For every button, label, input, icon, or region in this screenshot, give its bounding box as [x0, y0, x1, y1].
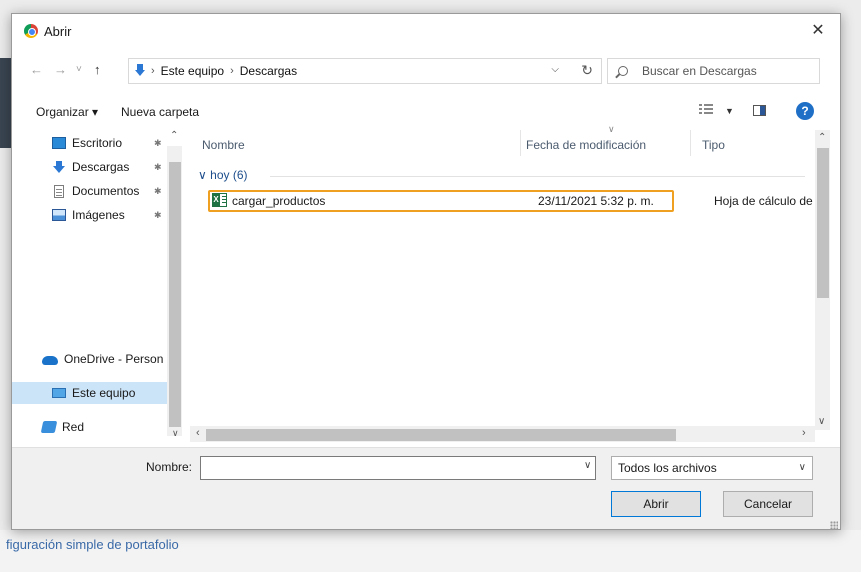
- network-icon: [40, 421, 58, 433]
- pin-icon: ✱: [154, 209, 162, 220]
- file-type-filter-value: Todos los archivos: [618, 461, 717, 475]
- sidebar-item-label: Escritorio: [72, 136, 123, 150]
- column-divider[interactable]: [690, 130, 691, 156]
- breadcrumb-este-equipo[interactable]: Este equipo: [161, 64, 224, 78]
- collapse-group-icon: ∨: [198, 168, 207, 182]
- background-page-text: figuración simple de portafolio: [6, 537, 179, 552]
- download-folder-icon: [135, 64, 145, 78]
- pin-icon: ✱: [154, 161, 162, 172]
- back-button[interactable]: ←: [30, 62, 43, 77]
- sidebar-item-descargas[interactable]: Descargas ✱: [12, 156, 172, 178]
- pin-icon: ✱: [154, 185, 162, 196]
- address-dropdown-icon[interactable]: ⌵: [551, 64, 559, 75]
- file-list-horizontal-thumb[interactable]: [206, 429, 676, 441]
- sidebar-item-label: Red: [62, 420, 85, 434]
- file-type: Hoja de cálculo de: [714, 194, 813, 208]
- search-icon: [618, 66, 628, 76]
- address-bar[interactable]: › Este equipo › Descargas ⌵ ↻: [128, 58, 602, 84]
- recent-locations-button[interactable]: ˅: [76, 64, 82, 75]
- column-header-modified[interactable]: Fecha de modificación: [526, 138, 646, 152]
- group-header-hoy[interactable]: ∨ hoy (6): [198, 168, 248, 182]
- sidebar-item-label: Documentos: [72, 184, 140, 198]
- file-row[interactable]: cargar_productos 23/11/2021 5:32 p. m. H…: [208, 190, 826, 212]
- sort-indicator-icon: ∨: [608, 124, 615, 134]
- search-box[interactable]: [607, 58, 820, 84]
- dialog-title: Abrir: [44, 24, 72, 39]
- search-input[interactable]: [642, 64, 812, 78]
- preview-pane-icon[interactable]: [753, 105, 766, 116]
- scroll-down-icon[interactable]: ∨: [818, 416, 825, 427]
- scroll-up-icon[interactable]: ⌃: [170, 130, 178, 141]
- title-bar: Abrir ✕: [12, 14, 840, 48]
- open-button[interactable]: Abrir: [611, 491, 701, 517]
- navigation-pane-scroll-thumb[interactable]: [169, 162, 181, 427]
- column-divider[interactable]: [520, 130, 521, 156]
- download-folder-icon: [52, 161, 66, 173]
- open-file-dialog: Abrir ✕ ← → ˅ ↑ › Este equipo › Descarga…: [11, 13, 841, 530]
- group-divider: [270, 176, 805, 177]
- sidebar-item-label: Este equipo: [72, 386, 136, 400]
- sidebar-item-este-equipo[interactable]: Este equipo: [12, 382, 169, 404]
- dialog-footer: Nombre: ∨ Todos los archivos ∨ Abrir Can…: [12, 447, 840, 529]
- command-toolbar: Organizar ▾ Nueva carpeta ▼ ?: [12, 100, 840, 126]
- scroll-up-icon[interactable]: ⌃: [818, 132, 826, 143]
- column-header-type[interactable]: Tipo: [702, 138, 725, 152]
- resize-grip-icon[interactable]: [830, 521, 838, 529]
- refresh-icon[interactable]: ↻: [581, 62, 593, 79]
- sidebar-item-label: Imágenes: [72, 208, 125, 222]
- cancel-button[interactable]: Cancelar: [723, 491, 813, 517]
- file-list: Nombre ∨ Fecha de modificación Tipo ∨ ho…: [190, 124, 830, 442]
- sidebar-item-label: Descargas: [72, 160, 130, 174]
- documents-icon: [54, 184, 64, 198]
- this-pc-icon: [52, 388, 66, 398]
- file-name: cargar_productos: [232, 194, 326, 208]
- chrome-icon: [24, 24, 38, 38]
- up-folder-button[interactable]: ↑: [94, 62, 101, 77]
- column-header-name[interactable]: Nombre: [202, 138, 245, 152]
- desktop-icon: [52, 137, 66, 149]
- navigation-row: ← → ˅ ↑ › Este equipo › Descargas ⌵ ↻: [12, 54, 840, 88]
- sidebar-item-onedrive[interactable]: OneDrive - Person: [12, 348, 172, 370]
- pin-icon: ✱: [154, 137, 162, 148]
- sidebar-item-escritorio[interactable]: Escritorio ✱: [12, 132, 172, 154]
- onedrive-icon: [42, 355, 58, 365]
- breadcrumb-descargas[interactable]: Descargas: [240, 64, 297, 78]
- organize-menu[interactable]: Organizar ▾: [36, 105, 98, 119]
- scroll-left-icon[interactable]: ‹: [196, 427, 200, 439]
- sidebar-item-documentos[interactable]: Documentos ✱: [12, 180, 172, 202]
- chevron-down-icon: ∨: [798, 462, 806, 473]
- scroll-right-icon[interactable]: ›: [802, 427, 806, 439]
- file-modified: 23/11/2021 5:32 p. m.: [538, 194, 654, 208]
- sidebar-item-label: OneDrive - Person: [64, 352, 164, 366]
- change-view-icon[interactable]: [699, 104, 713, 116]
- scroll-down-icon[interactable]: ∨: [172, 428, 179, 439]
- forward-button[interactable]: →: [54, 62, 67, 77]
- sidebar-item-red[interactable]: Red: [12, 416, 172, 438]
- group-label: hoy (6): [210, 168, 248, 182]
- file-type-filter-select[interactable]: Todos los archivos ∨: [611, 456, 813, 480]
- help-icon[interactable]: ?: [796, 102, 814, 120]
- filename-history-dropdown-icon[interactable]: ∨: [584, 460, 591, 471]
- navigation-pane: Escritorio ✱ Descargas ✱ Documentos ✱ Im…: [12, 130, 184, 442]
- breadcrumb-separator: ›: [230, 65, 234, 77]
- breadcrumb-separator: ›: [151, 65, 155, 77]
- filename-label: Nombre:: [146, 460, 193, 474]
- view-dropdown-icon[interactable]: ▼: [725, 106, 734, 116]
- close-button[interactable]: ✕: [796, 14, 840, 46]
- excel-file-icon: [212, 193, 227, 207]
- filename-input[interactable]: [200, 456, 596, 480]
- sidebar-item-imagenes[interactable]: Imágenes ✱: [12, 204, 172, 226]
- new-folder-button[interactable]: Nueva carpeta: [121, 105, 199, 119]
- images-icon: [52, 209, 66, 221]
- file-list-vertical-thumb[interactable]: [817, 148, 829, 298]
